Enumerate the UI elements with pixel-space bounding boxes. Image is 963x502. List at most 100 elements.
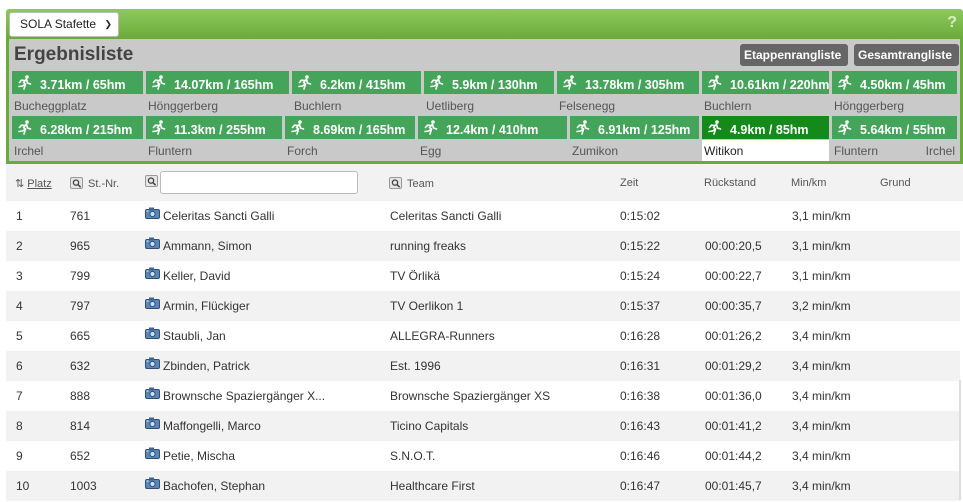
camera-icon[interactable] xyxy=(145,297,160,309)
table-row[interactable]: 4 797 Armin, Flückiger TV Oerlikon 1 0:15:37… xyxy=(6,291,960,321)
cell-team: TV Örlikä xyxy=(390,269,441,283)
cell-team: TV Oerlikon 1 xyxy=(390,299,464,313)
camera-icon[interactable] xyxy=(145,327,160,339)
etappenrangliste-button[interactable]: Etappenrangliste xyxy=(740,44,848,66)
table-row[interactable]: 2 965 Ammann, Simon running freaks 0:15:22 00… xyxy=(6,231,960,261)
leg-location: Felsenegg xyxy=(559,99,616,113)
leg-tab[interactable]: 6.91km / 125hm Zumikon xyxy=(567,116,702,162)
cell-name: Keller, David xyxy=(163,269,231,283)
search-icon[interactable] xyxy=(70,177,83,189)
leg-location: Zumikon xyxy=(572,144,619,158)
leg-distance: 6.28km / 215hm xyxy=(12,116,143,139)
cell-stnr: 965 xyxy=(70,239,91,253)
leg-distance: 10.61km / 220hm xyxy=(702,71,829,94)
cell-team: Brownsche Spaziergänger XS xyxy=(390,389,551,403)
name-filter-input[interactable] xyxy=(160,171,358,194)
cell-stnr: 632 xyxy=(70,359,91,373)
table-row[interactable]: 6 632 Zbinden, Patrick Est. 1996 0:16:31 00:0… xyxy=(6,351,960,381)
cell-rueckstand: 00:01:29,2 xyxy=(705,359,762,373)
leg-distance: 8.69km / 165hm xyxy=(285,116,415,139)
cell-minkm: 3,4 min/km xyxy=(792,449,851,463)
leg-location: Buchlern xyxy=(294,99,342,113)
results-table: 1 761 Celeritas Sancti Galli Celeritas Sanc… xyxy=(6,201,960,501)
header-team[interactable]: Team xyxy=(389,177,434,190)
leg-tab[interactable]: 6.28km / 215hm Irchel xyxy=(9,116,146,162)
camera-icon[interactable] xyxy=(145,207,160,219)
cell-minkm: 3,4 min/km xyxy=(792,359,851,373)
cell-minkm: 3,1 min/km xyxy=(792,269,851,283)
table-row[interactable]: 3 799 Keller, David TV Örlikä 0:15:24 00:00:2… xyxy=(6,261,960,291)
cell-name: Celeritas Sancti Galli xyxy=(163,209,275,223)
runner-icon xyxy=(838,75,860,92)
cell-stnr: 888 xyxy=(70,389,91,403)
leg-tab[interactable]: 3.71km / 65hm Bucheggplatz xyxy=(9,71,146,117)
cell-team: ALLEGRA-Runners xyxy=(390,329,495,343)
help-icon[interactable]: ? xyxy=(947,14,957,32)
runner-icon xyxy=(708,75,730,92)
scrollbar[interactable] xyxy=(959,380,961,500)
search-icon[interactable] xyxy=(145,175,158,187)
cell-name: Zbinden, Patrick xyxy=(163,359,250,373)
cell-zeit: 0:16:31 xyxy=(620,359,661,373)
leg-tab[interactable]: 8.69km / 165hm Forch xyxy=(282,116,418,162)
table-row[interactable]: 5 665 Staubli, Jan ALLEGRA-Runners 0:16:28 00… xyxy=(6,321,960,351)
cell-zeit: 0:16:38 xyxy=(620,389,661,403)
cell-rueckstand: 00:00:22,7 xyxy=(705,269,762,283)
leg-row-1: 3.71km / 65hm Bucheggplatz 14.07km / 165hm… xyxy=(9,71,960,117)
camera-icon[interactable] xyxy=(145,447,160,459)
cell-team: Est. 1996 xyxy=(390,359,441,373)
runner-icon xyxy=(708,120,730,137)
runner-icon xyxy=(18,75,40,92)
camera-icon[interactable] xyxy=(145,417,160,429)
table-row[interactable]: 10 1003 Bachofen, Stephan Healthcare First 0… xyxy=(6,471,960,501)
header-rueckstand: Rückstand xyxy=(704,177,756,189)
leg-tab[interactable]: 13.78km / 305hm Felsenegg xyxy=(554,71,702,117)
cell-place: 4 xyxy=(16,299,23,313)
leg-distance: 14.07km / 165hm xyxy=(146,71,289,94)
leg-tab[interactable]: 10.61km / 220hm Buchlern xyxy=(699,71,832,117)
table-row[interactable]: 1 761 Celeritas Sancti Galli Celeritas Sanc… xyxy=(6,201,960,231)
table-row[interactable]: 9 652 Petie, Mischa S.N.O.T. 0:16:46 00:01:44… xyxy=(6,441,960,471)
leg-tab[interactable]: 4.50km / 45hm Hönggerberg xyxy=(829,71,960,117)
cell-name: Petie, Mischa xyxy=(163,449,236,463)
cell-place: 1 xyxy=(16,209,23,223)
table-row[interactable]: 7 888 Brownsche Spaziergänger X... Brownsch… xyxy=(6,381,960,411)
leg-tab[interactable]: 5.9km / 130hm Uetliberg xyxy=(421,71,557,117)
leg-tab[interactable]: 14.07km / 165hm Hönggerberg xyxy=(143,71,292,117)
leg-tab[interactable]: 11.3km / 255hm Fluntern xyxy=(143,116,285,162)
runner-icon xyxy=(152,75,174,92)
sort-by-place[interactable]: ⇅ Platz xyxy=(15,177,52,190)
header-zeit: Zeit xyxy=(620,177,639,189)
leg-location: Hönggerberg xyxy=(148,99,219,113)
cell-stnr: 761 xyxy=(70,209,91,223)
camera-icon[interactable] xyxy=(145,357,160,369)
leg-location: Forch xyxy=(287,144,318,158)
camera-icon[interactable] xyxy=(145,237,160,249)
camera-icon[interactable] xyxy=(145,267,160,279)
cell-team: Healthcare First xyxy=(390,479,475,493)
header-stnr[interactable]: St.-Nr. xyxy=(70,177,119,190)
leg-tab[interactable]: 6.2km / 415hm Buchlern xyxy=(289,71,424,117)
camera-icon[interactable] xyxy=(145,477,160,489)
cell-name: Armin, Flückiger xyxy=(163,299,250,313)
event-select-label: SOLA Stafette xyxy=(20,17,97,31)
search-icon[interactable] xyxy=(389,177,402,189)
camera-icon[interactable] xyxy=(145,387,160,399)
cell-place: 10 xyxy=(16,479,30,493)
cell-zeit: 0:16:47 xyxy=(620,479,661,493)
table-header: ⇅ Platz St.-Nr. Team Zeit Rückstand Min/… xyxy=(6,164,963,201)
leg-tab[interactable]: 12.4km / 410hm Egg xyxy=(415,116,570,162)
event-select[interactable]: SOLA Stafette ❯ xyxy=(9,12,119,37)
sort-icon: ⇅ xyxy=(15,178,25,190)
runner-icon xyxy=(152,120,174,137)
leg-tab[interactable]: 4.9km / 85hm Witikon xyxy=(699,116,832,162)
cell-team: S.N.O.T. xyxy=(390,449,436,463)
gesamtrangliste-button[interactable]: Gesamtrangliste xyxy=(854,44,959,66)
leg-location: Buchlern xyxy=(704,99,752,113)
leg-tab[interactable]: 5.64km / 55hm Fluntern Irchel xyxy=(829,116,960,162)
cell-team: running freaks xyxy=(390,239,467,253)
table-row[interactable]: 8 814 Maffongelli, Marco Ticino Capitals 0:1… xyxy=(6,411,960,441)
cell-minkm: 3,4 min/km xyxy=(792,389,851,403)
leg-distance: 12.4km / 410hm xyxy=(418,116,567,139)
cell-stnr: 797 xyxy=(70,299,91,313)
